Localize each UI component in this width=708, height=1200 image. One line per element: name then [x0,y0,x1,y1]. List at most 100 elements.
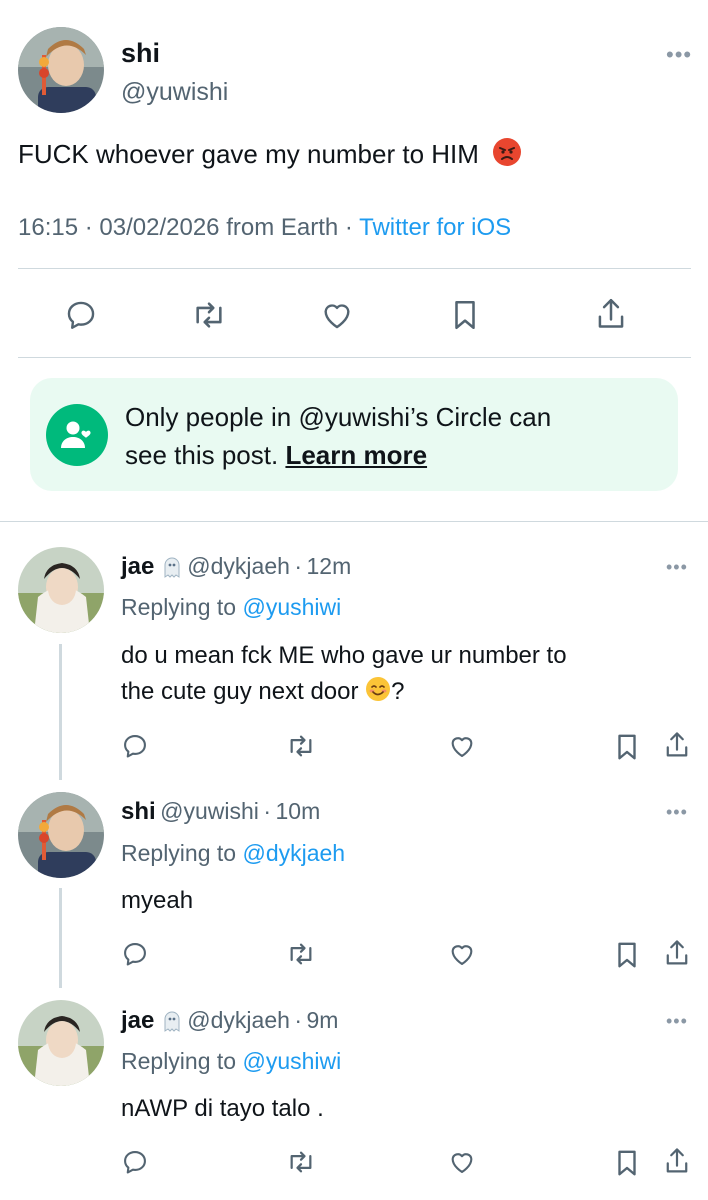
angry-face-emoji-icon [492,137,522,176]
circle-notice-line2: see this post. [125,440,279,470]
replying-to-label: Replying to [121,840,237,866]
retweet-button[interactable] [187,295,231,335]
thread-connector [59,888,62,988]
author-name[interactable]: shi [121,38,160,69]
reply-age[interactable]: 10m [275,798,320,824]
divider [18,357,691,358]
like-button[interactable] [445,730,479,762]
reply-author-name[interactable]: jae [121,1007,154,1034]
reply-button[interactable] [60,295,102,335]
reply-separator: · [294,1007,303,1033]
tweet-meta: 16:15 · 03/02/2026 from Earth · Twitter … [18,214,511,242]
reply-header: shi @yuwishi · 10m [121,798,320,826]
reply-icon [124,943,146,966]
learn-more-link[interactable]: Learn more [285,440,427,470]
ghost-icon [161,555,183,584]
tweet-date: 03/02/2026 [99,214,220,241]
like-button[interactable] [445,1146,479,1178]
circle-notice-text: Only people in @yuwishi’s Circle can see… [125,398,665,474]
share-icon [666,732,688,757]
bookmark-button[interactable] [611,730,643,764]
bookmark-icon [618,1150,636,1176]
share-button[interactable] [660,1144,694,1178]
tweet-text: FUCK whoever gave my number to HIM [18,136,522,176]
heart-icon [451,737,473,757]
share-button[interactable] [660,728,694,762]
replying-to-label: Replying to [121,1048,237,1074]
replying-to-link[interactable]: @dykjaeh [242,840,345,866]
tweet-location: from Earth [226,214,339,241]
bookmark-icon [618,942,636,968]
ghost-icon [161,1009,183,1038]
reply-icon [124,735,146,758]
avatar-jae[interactable] [18,547,104,633]
retweet-icon [196,302,222,328]
share-icon [666,1148,688,1173]
bookmark-icon [455,300,475,330]
tweet-source-link[interactable]: Twitter for iOS [359,214,511,241]
reply-text: myeah [121,883,193,919]
reply-author-handle[interactable]: @dykjaeh [187,553,290,579]
retweet-button[interactable] [282,730,320,762]
retweet-button[interactable] [282,938,320,970]
thread-connector [59,644,62,780]
heart-icon [451,1153,473,1173]
circle-badge [46,404,108,466]
replying-to-label: Replying to [121,594,237,620]
meta-separator: · [84,214,100,241]
tweet-text-content: FUCK whoever gave my number to HIM [18,139,479,169]
reply-text-end: ? [391,678,405,705]
more-options-icon[interactable]: ••• [666,558,688,576]
reply-age[interactable]: 9m [306,1007,338,1033]
more-options-icon[interactable]: ••• [666,1012,688,1030]
like-button[interactable] [445,938,479,970]
more-options-icon[interactable]: ••• [666,803,688,821]
heart-icon [451,945,473,965]
bookmark-button[interactable] [611,938,643,972]
divider [0,521,708,522]
retweet-icon [290,943,312,965]
reply-button[interactable] [118,938,152,970]
reply-separator: · [294,553,303,579]
reply-age[interactable]: 12m [306,553,351,579]
avatar-shi[interactable] [18,27,104,113]
share-button[interactable] [660,936,694,970]
replying-to-link[interactable]: @yushiwi [242,594,341,620]
retweet-icon [290,1151,312,1173]
like-button[interactable] [316,295,358,335]
replying-to-link[interactable]: @yushiwi [242,1048,341,1074]
reply-text-line2: the cute guy next door [121,678,359,705]
retweet-button[interactable] [282,1146,320,1178]
retweet-icon [290,735,312,757]
share-icon [598,298,624,328]
reply-button[interactable] [118,1146,152,1178]
reply-icon [124,1151,146,1174]
circle-people-icon [61,421,91,448]
reply-text-line1: nAWP di tayo talo . [121,1095,324,1122]
reply-text: nAWP di tayo talo . [121,1091,324,1127]
author-handle[interactable]: @yuwishi [121,78,228,107]
meta-separator: · [344,214,360,241]
share-button[interactable] [590,293,632,335]
bookmark-button[interactable] [611,1146,643,1180]
avatar-shi[interactable] [18,792,104,878]
reply-author-name[interactable]: shi [121,798,156,825]
reply-text-line1: myeah [121,887,194,914]
bookmark-button[interactable] [445,295,485,335]
circle-notice-line1: Only people in @yuwishi’s Circle can [125,402,552,432]
share-icon [666,940,688,965]
avatar-jae[interactable] [18,1000,104,1086]
reply-author-name[interactable]: jae [121,553,154,580]
more-options-icon[interactable]: ••• [666,44,692,66]
replying-to: Replying to @yushiwi [121,1048,341,1075]
smiling-face-emoji-icon [365,676,391,713]
divider [18,268,691,269]
reply-author-handle[interactable]: @yuwishi [160,798,259,824]
reply-author-handle[interactable]: @dykjaeh [187,1007,290,1033]
reply-text: do u mean fck ME who gave ur number to t… [121,638,691,713]
reply-header: jae @dykjaeh · 9m [121,1007,338,1038]
reply-button[interactable] [118,730,152,762]
reply-icon [67,301,95,329]
reply-text-line1: do u mean fck ME who gave ur number to [121,642,567,669]
replying-to: Replying to @yushiwi [121,594,341,621]
